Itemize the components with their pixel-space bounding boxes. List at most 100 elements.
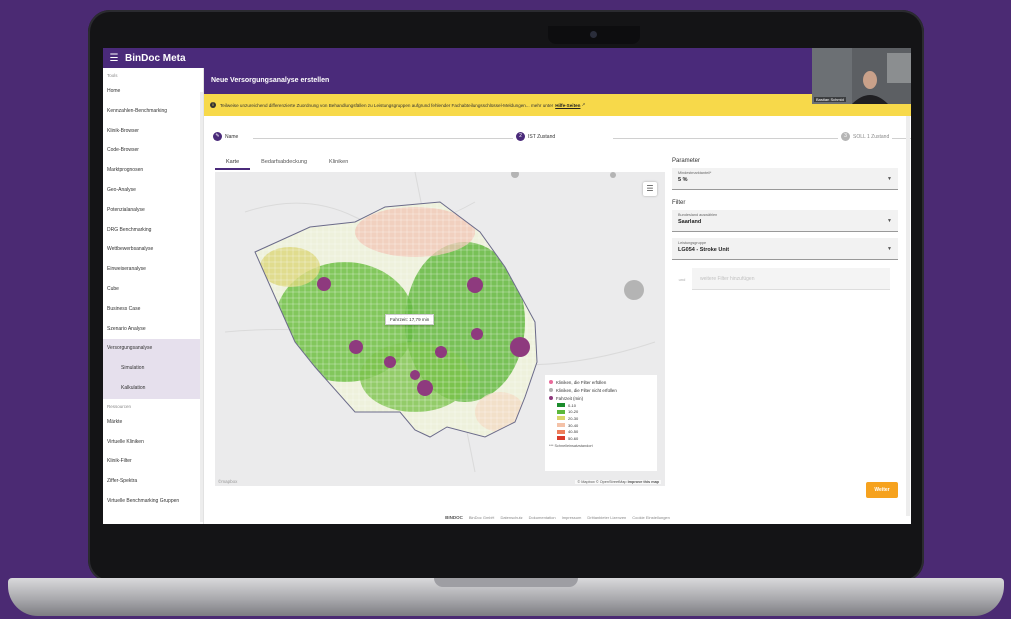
legend-scale-label: 10-20 bbox=[568, 409, 579, 415]
sidebar-item-virtuelle-benchmarking-gruppen[interactable]: Virtuelle Benchmarking Gruppen bbox=[103, 492, 203, 512]
step-label: SOLL 1 Zustand bbox=[853, 133, 890, 140]
legend-label: Fahrzeit (min) bbox=[556, 395, 584, 401]
hospital-marker[interactable] bbox=[349, 340, 363, 354]
step-number: 2 bbox=[516, 132, 525, 141]
map[interactable]: ☰ Fahrzeit: 17,79 min Kliniken, die Filt… bbox=[215, 172, 665, 486]
sidebar-item-klinik-filter[interactable]: Klinik-Filter bbox=[103, 452, 203, 472]
sidebar-item-kennzahlen-benchmarking[interactable]: Kennzahlen-Benchmarking bbox=[103, 102, 203, 122]
hospital-marker[interactable] bbox=[317, 277, 331, 291]
tab-kliniken[interactable]: Kliniken bbox=[318, 154, 359, 170]
legend-dot bbox=[549, 380, 553, 384]
map-attribution: © Mapbox © OpenStreetMap Improve this ma… bbox=[575, 480, 661, 484]
footer-link-imprint[interactable]: Impressum bbox=[562, 515, 582, 520]
legend-swatch bbox=[557, 409, 565, 414]
legend-swatch bbox=[557, 436, 565, 441]
sidebar-item-potenzialanalyse[interactable]: Potenzialanalyse bbox=[103, 201, 203, 221]
hospital-marker[interactable] bbox=[467, 277, 483, 293]
footer-link-privacy[interactable]: Datenschutz bbox=[500, 515, 522, 520]
sidebar-item-virtuelle-kliniken[interactable]: Virtuelle Kliniken bbox=[103, 433, 203, 453]
hospital-marker[interactable] bbox=[471, 328, 483, 340]
sidebar-item-drg-benchmarking[interactable]: DRG Benchmarking bbox=[103, 221, 203, 241]
filter-title: Filter bbox=[672, 200, 686, 206]
legend-scale-item: 10-20 bbox=[549, 409, 653, 416]
state-select[interactable]: Bundesland auswählen Saarland ▼ bbox=[672, 210, 898, 232]
legend-swatch bbox=[557, 423, 565, 428]
sidebar-item-szenario-analyse[interactable]: Szenario Analyse bbox=[103, 320, 203, 340]
tab-bedarfsabdeckung[interactable]: Bedarfsabdeckung bbox=[250, 154, 318, 170]
legend-scale-item: 50-60 bbox=[549, 435, 653, 442]
step-ist-zustand[interactable]: 2 IST Zustand bbox=[513, 132, 559, 141]
video-feed bbox=[812, 48, 911, 104]
sidebar-section-ressourcen: Ressourcen bbox=[107, 403, 132, 409]
add-filter-row: und weitere Filter hinzufügen bbox=[672, 268, 898, 290]
page-title: Neue Versorgungsanalyse erstellen bbox=[204, 68, 911, 94]
mapbox-logo: ©mapbox bbox=[218, 479, 238, 484]
sidebar-item-marktprognosen[interactable]: Marktprognosen bbox=[103, 161, 203, 181]
sidebar: Tools Home Kennzahlen-Benchmarking Klini… bbox=[103, 68, 204, 524]
legend-dot bbox=[549, 388, 553, 392]
hospital-marker-inactive[interactable] bbox=[511, 172, 519, 178]
sidebar-item-business-case[interactable]: Business Case bbox=[103, 300, 203, 320]
sidebar-item-maerkte[interactable]: Märkte bbox=[103, 413, 203, 433]
footer-link-cookies[interactable]: Cookie Einstellungen bbox=[632, 515, 670, 520]
sidebar-item-klinik-browser[interactable]: Klinik-Browser bbox=[103, 122, 203, 142]
hospital-marker[interactable] bbox=[410, 370, 420, 380]
sidebar-item-kalkulation[interactable]: Kalkulation bbox=[103, 378, 203, 399]
sidebar-item-simulation[interactable]: Simulation bbox=[103, 359, 203, 379]
footer-link-company[interactable]: BinDoc GmbH bbox=[469, 515, 495, 520]
sidebar-scrollbar[interactable] bbox=[200, 92, 203, 522]
sidebar-item-versorgungsanalyse[interactable]: Versorgungsanalyse bbox=[103, 339, 203, 360]
select-label: Bundesland auswählen bbox=[678, 213, 718, 217]
legend-scale-item: 0-10 bbox=[549, 402, 653, 409]
legend-scale-label: 0-10 bbox=[568, 402, 577, 408]
select-value: LG054 - Stroke Unit bbox=[678, 247, 730, 253]
footer-logo: BINDOC bbox=[445, 514, 463, 520]
hospital-marker[interactable] bbox=[384, 356, 396, 368]
dropdown-arrow-icon: ▼ bbox=[887, 246, 892, 252]
and-operator-label: und bbox=[678, 276, 686, 282]
sidebar-item-code-browser[interactable]: Code-Browser bbox=[103, 141, 203, 161]
map-menu-button[interactable]: ☰ bbox=[643, 182, 657, 196]
app-title: BinDoc Meta bbox=[125, 52, 186, 64]
next-button[interactable]: Weiter bbox=[866, 482, 898, 498]
dropdown-arrow-icon: ▼ bbox=[887, 176, 892, 182]
hospital-marker-inactive[interactable] bbox=[624, 280, 644, 300]
video-overlay: Bastian Schmid bbox=[812, 48, 911, 104]
legend-scale-item: 20-30 bbox=[549, 415, 653, 422]
sidebar-item-cube[interactable]: Cube bbox=[103, 280, 203, 300]
tab-karte[interactable]: Karte bbox=[215, 154, 251, 170]
hospital-marker-inactive[interactable] bbox=[610, 172, 616, 178]
step-name[interactable]: ✎ Name bbox=[213, 132, 242, 141]
sidebar-item-ziffer-spektra[interactable]: Ziffer-Spektra bbox=[103, 472, 203, 492]
sidebar-item-wettbewerbsanalyse[interactable]: Wettbewerbsanalyse bbox=[103, 240, 203, 260]
market-share-select[interactable]: Mindestmarktanteil* 5 % ▼ bbox=[672, 168, 898, 190]
footer-link-docs[interactable]: Dokumentation bbox=[529, 515, 556, 520]
legend-swatch bbox=[557, 429, 565, 434]
service-group-select[interactable]: Leistungsgruppe LG054 - Stroke Unit ▼ bbox=[672, 238, 898, 260]
help-pages-link[interactable]: Hilfe-Seiten bbox=[555, 103, 580, 108]
map-tooltip: Fahrzeit: 17,79 min bbox=[385, 314, 435, 325]
footer-link-licenses[interactable]: Drittanbieter Lizenzen bbox=[587, 515, 626, 520]
improve-map-link[interactable]: Improve this map bbox=[628, 480, 659, 484]
app-bar: ☰ BinDoc Meta bbox=[103, 48, 911, 68]
select-value: 5 % bbox=[678, 177, 688, 183]
legend-scale-label: 40-50 bbox=[568, 429, 579, 435]
hamburger-menu-icon[interactable]: ☰ bbox=[105, 53, 123, 64]
external-link-icon: ↗ bbox=[581, 102, 586, 107]
app-screen: ☰ BinDoc Meta Tools Home Kennzahlen-Benc… bbox=[103, 48, 911, 524]
hospital-marker[interactable] bbox=[510, 337, 530, 357]
hospital-marker[interactable] bbox=[417, 380, 433, 396]
camera-icon bbox=[590, 31, 597, 38]
sidebar-item-geo-analyse[interactable]: Geo-Analyse bbox=[103, 181, 203, 201]
participant-name: Bastian Schmid bbox=[814, 97, 846, 102]
legend-scale-label: 30-40 bbox=[568, 422, 579, 428]
map-legend: Kliniken, die Filter erfüllen Kliniken, … bbox=[545, 375, 657, 471]
add-filter-select[interactable]: weitere Filter hinzufügen bbox=[692, 268, 890, 290]
sidebar-section-tools: Tools bbox=[107, 73, 118, 78]
main-scrollbar[interactable] bbox=[906, 116, 910, 516]
hospital-marker[interactable] bbox=[435, 346, 447, 358]
sidebar-item-home[interactable]: Home bbox=[103, 82, 203, 102]
step-soll-zustand[interactable]: 3 SOLL 1 Zustand bbox=[838, 132, 893, 141]
sidebar-item-einweiseranalyse[interactable]: Einweiseranalyse bbox=[103, 260, 203, 280]
video-window bbox=[887, 53, 911, 83]
